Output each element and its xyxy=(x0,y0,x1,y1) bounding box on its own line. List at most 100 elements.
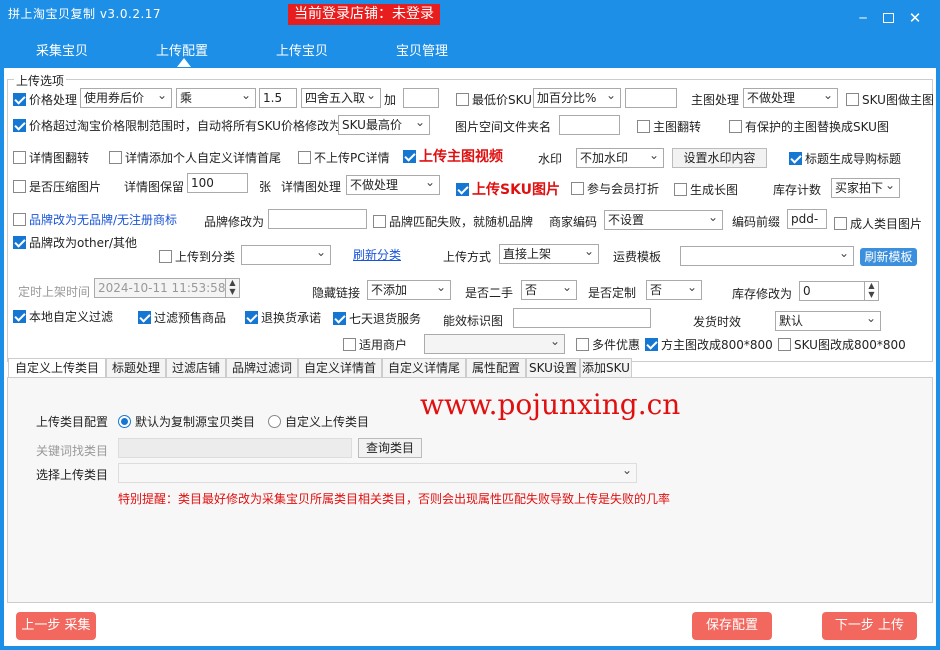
no-pc-detail-checkbox[interactable]: 不上传PC详情 xyxy=(298,149,390,166)
filter-presale-checkbox[interactable]: 过滤预售商品 xyxy=(138,309,226,326)
min-price-value-input[interactable] xyxy=(625,88,677,108)
subtab-filter-store[interactable]: 过滤店铺 xyxy=(166,358,226,378)
subtab-detail-footer[interactable]: 自定义详情尾 xyxy=(382,358,466,378)
member-discount-checkbox[interactable]: 参与会员打折 xyxy=(571,180,659,197)
stock-count-select[interactable]: 买家拍下 xyxy=(831,178,900,198)
tab-item-manage[interactable]: 宝贝管理 xyxy=(396,40,448,59)
upload-main-video-checkbox[interactable]: 上传主图视频 xyxy=(403,146,503,166)
category-select[interactable] xyxy=(241,245,331,265)
minimize-icon[interactable]: ─ xyxy=(856,12,870,24)
title-guide-checkbox[interactable]: 标题生成导购标题 xyxy=(789,150,901,167)
brand-other-checkbox[interactable]: 品牌改为other/其他 xyxy=(13,234,137,251)
sku-as-main-checkbox[interactable]: SKU图做主图 xyxy=(846,91,934,108)
sku-800-checkbox[interactable]: SKU图改成800*800 xyxy=(778,336,906,353)
upload-mode-select[interactable]: 直接上架 xyxy=(499,244,599,264)
refresh-template-button[interactable]: 刷新模板 xyxy=(860,248,917,266)
stock-count-label: 库存计数 xyxy=(773,183,822,197)
prev-step-button[interactable]: 上一步 采集 xyxy=(16,612,96,640)
brand-fail-random-checkbox[interactable]: 品牌匹配失败，就随机品牌 xyxy=(373,213,533,230)
main-image-processing-select[interactable]: 不做处理 xyxy=(743,88,838,108)
shipping-template-select[interactable] xyxy=(680,246,854,266)
min-price-sku-checkbox[interactable]: 最低价SKU xyxy=(456,91,532,108)
detail-custom-header-checkbox[interactable]: 详情添加个人自定义详情首尾 xyxy=(109,149,281,166)
subtab-add-sku[interactable]: 添加SKU xyxy=(580,358,632,378)
subtab-sku-settings[interactable]: SKU设置 xyxy=(526,358,580,378)
filter-presale-label: 过滤预售商品 xyxy=(154,311,227,325)
local-filter-checkbox[interactable]: 本地自定义过滤 xyxy=(13,308,113,325)
close-icon[interactable]: ✕ xyxy=(908,11,922,26)
checkbox-icon xyxy=(778,338,791,351)
next-step-button[interactable]: 下一步 上传 xyxy=(822,612,917,640)
radio-custom-category[interactable]: 自定义上传类目 xyxy=(268,413,369,430)
checkbox-icon xyxy=(576,338,589,351)
tab-upload-items[interactable]: 上传宝贝 xyxy=(276,40,328,59)
price-operator-select[interactable]: 乘 xyxy=(176,88,256,108)
code-prefix-input[interactable]: pdd- xyxy=(787,209,827,229)
keyword-input[interactable] xyxy=(118,438,352,458)
checkbox-icon xyxy=(159,250,172,263)
upload-main-video-label: 上传主图视频 xyxy=(419,149,503,165)
price-limit-checkbox[interactable]: 价格超过淘宝价格限制范围时，自动将所有SKU价格修改为 xyxy=(13,117,341,134)
detail-processing-select[interactable]: 不做处理 xyxy=(346,175,440,195)
brand-none-checkbox[interactable]: 品牌改为无品牌/无注册商标 xyxy=(13,211,177,228)
keyword-label: 关键词找类目 xyxy=(36,444,109,458)
checkbox-icon xyxy=(245,311,258,324)
subtab-title-processing[interactable]: 标题处理 xyxy=(106,358,166,378)
price-limit-select[interactable]: SKU最高价 xyxy=(338,115,430,135)
price-mode-select[interactable]: 使用券后价 xyxy=(80,88,172,108)
price-add-input[interactable] xyxy=(403,88,439,108)
scheduled-datetime-input[interactable]: 2024-10-11 11:53:58 xyxy=(94,278,240,298)
stock-spinner-icon[interactable]: ▲ ▼ xyxy=(864,281,878,301)
datetime-spinner-icon[interactable]: ▲ ▼ xyxy=(225,278,239,298)
efficacy-image-input[interactable] xyxy=(513,308,651,328)
ship-time-select[interactable]: 默认 xyxy=(775,311,881,331)
merchant-code-select[interactable]: 不设置 xyxy=(604,210,723,230)
stock-modify-label: 库存修改为 xyxy=(732,287,793,301)
checkbox-icon xyxy=(674,183,687,196)
brand-modify-input[interactable] xyxy=(268,209,367,229)
applicable-merchant-select[interactable] xyxy=(424,334,565,354)
tab-upload-config[interactable]: 上传配置 xyxy=(156,40,208,59)
square-main-checkbox[interactable]: 方主图改成800*800 xyxy=(645,336,773,353)
return-promise-checkbox[interactable]: 退换货承诺 xyxy=(245,309,321,326)
applicable-merchant-checkbox[interactable]: 适用商户 xyxy=(343,336,407,353)
upload-sku-images-checkbox[interactable]: 上传SKU图片 xyxy=(456,179,560,199)
query-category-button[interactable]: 查询类目 xyxy=(358,438,422,458)
protected-main-replace-label: 有保护的主图替换成SKU图 xyxy=(745,120,889,134)
save-config-button[interactable]: 保存配置 xyxy=(692,612,772,640)
adult-category-checkbox[interactable]: 成人类目图片 xyxy=(834,215,922,232)
subtab-detail-header[interactable]: 自定义详情首 xyxy=(298,358,382,378)
min-price-mode-select[interactable]: 加百分比% xyxy=(533,88,621,108)
multi-discount-checkbox[interactable]: 多件优惠 xyxy=(576,336,640,353)
detail-keep-input[interactable]: 100 xyxy=(187,173,248,193)
tab-collect[interactable]: 采集宝贝 xyxy=(36,40,88,59)
main-flip-checkbox[interactable]: 主图翻转 xyxy=(637,118,701,135)
customized-select[interactable]: 否 xyxy=(646,280,702,300)
brand-none-label: 品牌改为无品牌/无注册商标 xyxy=(29,213,178,227)
radio-default-category[interactable]: 默认为复制源宝贝类目 xyxy=(118,413,255,430)
second-hand-select[interactable]: 否 xyxy=(521,280,577,300)
subtab-custom-category[interactable]: 自定义上传类目 xyxy=(8,358,106,379)
image-folder-input[interactable] xyxy=(559,115,620,135)
applicable-merchant-label: 适用商户 xyxy=(359,338,408,352)
protected-main-replace-checkbox[interactable]: 有保护的主图替换成SKU图 xyxy=(729,118,889,135)
subtab-brand-filter[interactable]: 品牌过滤词 xyxy=(226,358,298,378)
select-category-dropdown[interactable] xyxy=(118,463,637,483)
upload-to-category-checkbox[interactable]: 上传到分类 xyxy=(159,248,235,265)
checkbox-icon xyxy=(13,119,26,132)
detail-flip-checkbox[interactable]: 详情图翻转 xyxy=(13,149,89,166)
rounding-select[interactable]: 四舍五入取 xyxy=(301,88,381,108)
watermark-select[interactable]: 不加水印 xyxy=(576,148,664,168)
seven-day-checkbox[interactable]: 七天退货服务 xyxy=(333,310,421,327)
long-image-checkbox[interactable]: 生成长图 xyxy=(674,181,738,198)
price-processing-checkbox[interactable]: 价格处理 xyxy=(13,91,77,108)
refresh-category-link[interactable]: 刷新分类 xyxy=(353,246,401,263)
compress-images-checkbox[interactable]: 是否压缩图片 xyxy=(13,178,101,195)
subtab-attributes[interactable]: 属性配置 xyxy=(466,358,526,378)
watermark-settings-button[interactable]: 设置水印内容 xyxy=(672,148,767,168)
upload-sku-images-label: 上传SKU图片 xyxy=(472,182,561,198)
hidden-link-select[interactable]: 不添加 xyxy=(367,280,451,300)
price-factor-input[interactable]: 1.5 xyxy=(259,88,297,108)
maximize-icon[interactable] xyxy=(883,13,894,23)
seven-day-label: 七天退货服务 xyxy=(349,312,422,326)
